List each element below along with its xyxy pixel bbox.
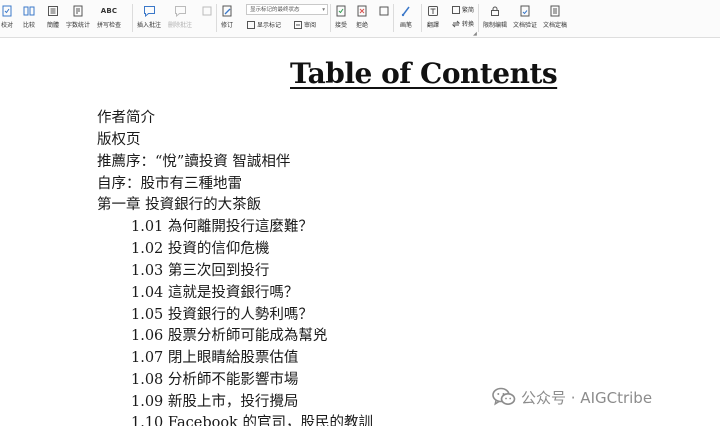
simp-trad-button[interactable]: 簡體 <box>46 2 60 36</box>
toc-entry: 1.01 為何離開投行這麼難？ <box>131 219 313 235</box>
compare-label: 比较 <box>22 22 35 29</box>
document-page[interactable]: Table of Contents 作者简介 版权页 推薦序：“悅”讀投資 智誠… <box>0 39 720 426</box>
revise-icon <box>220 4 234 18</box>
doc-finalize-label: 文档定稿 <box>543 22 568 29</box>
proofread-label: 校对 <box>0 22 13 29</box>
toc-entry: 作者简介 <box>97 110 155 126</box>
watermark-text: 公众号 · AIGCtribe <box>521 388 653 407</box>
insert-comment-button[interactable]: 插入批注 <box>137 2 161 36</box>
compare-icon <box>22 4 36 18</box>
accept-icon <box>334 4 348 18</box>
delete-comment-label: 删除批注 <box>168 22 193 29</box>
translate-button[interactable]: 翻譯 <box>426 2 440 36</box>
toc-entry: 1.08 分析師不能影響市場 <box>131 372 299 388</box>
trad-simp-icon <box>451 5 460 14</box>
expand-group-icon[interactable]: ◢ <box>473 31 477 37</box>
prev-change-icon <box>377 4 391 18</box>
word-count-label: 字数统计 <box>66 22 91 29</box>
toolbar-divider <box>132 4 133 32</box>
toc-title: Table of Contents <box>290 57 558 90</box>
toolbar-divider <box>393 4 394 32</box>
convert-label: 转换 <box>462 21 475 28</box>
toc-entry: 第一章 投資銀行的大茶飯 <box>97 197 262 213</box>
convert-button[interactable]: 转换 <box>451 18 474 29</box>
toc-entry: 自序：股市有三種地雷 <box>97 176 242 192</box>
wechat-logo-icon <box>492 387 516 406</box>
markup-state-value: 显示标记的最终状态 <box>250 7 300 13</box>
simp-trad-icon <box>46 4 60 18</box>
toolbar-divider <box>330 4 331 32</box>
trad-simp-button[interactable]: 繁简 <box>451 4 474 15</box>
review-pane-icon <box>293 20 302 29</box>
spellcheck-icon: ABC <box>100 4 118 18</box>
toolbar-divider <box>421 4 422 32</box>
toc-entry: 1.03 第三次回到投行 <box>131 263 270 279</box>
simp-trad-label: 簡體 <box>46 22 59 29</box>
trad-label: 繁简 <box>462 7 475 14</box>
revise-label: 修订 <box>220 22 233 29</box>
watermark: 公众号 · AIGCtribe <box>492 385 652 409</box>
revise-button[interactable]: 修订 <box>220 2 234 36</box>
review-ribbon: 校对 比较 簡體 字数统计 ABC 拼写检查 插入批注 删除批注 修订 显示标记… <box>0 0 720 38</box>
doc-auth-button[interactable]: 文档验证 <box>513 2 537 36</box>
restrict-edit-label: 限制编辑 <box>483 22 508 29</box>
doc-finalize-button[interactable]: 文档定稿 <box>543 2 567 36</box>
prev-change-button[interactable] <box>377 2 391 36</box>
prev-comment-button[interactable] <box>200 2 214 36</box>
restrict-edit-button[interactable]: 限制编辑 <box>483 2 507 36</box>
comment-prev-icon <box>200 4 214 18</box>
translate-label: 翻譯 <box>426 22 439 29</box>
accept-button[interactable]: 接受 <box>334 2 348 36</box>
delete-comment-button[interactable]: 删除批注 <box>168 2 192 36</box>
accept-label: 接受 <box>334 22 347 29</box>
comment-icon <box>142 4 156 18</box>
review-label: 审阅 <box>304 22 317 29</box>
toc-entry: 1.06 股票分析師可能成為幫兇 <box>131 328 328 344</box>
toc-entry: 推薦序：“悅”讀投資 智誠相伴 <box>97 154 291 170</box>
toc-entry: 1.07 閉上眼睛給股票估值 <box>131 350 299 366</box>
chevron-down-icon: ▾ <box>322 7 325 13</box>
lock-icon <box>488 4 502 18</box>
show-markup-button[interactable]: 显示标记 <box>246 19 281 30</box>
toc-entry: 1.05 投資銀行的人勢利嗎？ <box>131 307 313 323</box>
toc-entry: 1.10 Facebook 的官司，股民的教訓 <box>131 415 373 426</box>
reject-button[interactable]: 拒绝 <box>355 2 369 36</box>
toc-entry: 1.04 這就是投資銀行嗎？ <box>131 285 299 301</box>
markup-state-select[interactable]: 显示标记的最终状态 ▾ <box>246 4 328 15</box>
brush-button[interactable]: 画笔 <box>399 2 413 36</box>
compare-button[interactable]: 比较 <box>22 2 36 36</box>
delete-comment-icon <box>173 4 187 18</box>
toc-entry: 1.02 投資的信仰危機 <box>131 241 270 257</box>
doc-auth-icon <box>518 4 532 18</box>
word-count-button[interactable]: 字数统计 <box>66 2 90 36</box>
toolbar-divider <box>478 4 479 32</box>
spellcheck-button[interactable]: ABC 拼写检查 <box>97 2 121 36</box>
proofread-icon <box>0 4 14 18</box>
spellcheck-abc-text: ABC <box>100 7 118 15</box>
spellcheck-label: 拼写检查 <box>97 22 122 29</box>
show-markup-label: 显示标记 <box>257 22 282 29</box>
toolbar-divider <box>216 4 217 32</box>
convert-icon <box>451 19 460 28</box>
word-count-icon <box>71 4 85 18</box>
brush-label: 画笔 <box>399 22 412 29</box>
translate-icon <box>426 4 440 18</box>
reject-label: 拒绝 <box>355 22 368 29</box>
insert-comment-label: 插入批注 <box>137 22 162 29</box>
review-pane-button[interactable]: 审阅 <box>293 19 316 30</box>
toc-entry: 版权页 <box>97 132 141 148</box>
show-markup-icon <box>246 20 255 29</box>
proofread-button[interactable]: 校对 <box>0 2 14 36</box>
brush-icon <box>399 4 413 18</box>
doc-finalize-icon <box>548 4 562 18</box>
doc-auth-label: 文档验证 <box>513 22 538 29</box>
reject-icon <box>355 4 369 18</box>
toc-entry: 1.09 新股上市，投行攪局 <box>131 394 299 410</box>
